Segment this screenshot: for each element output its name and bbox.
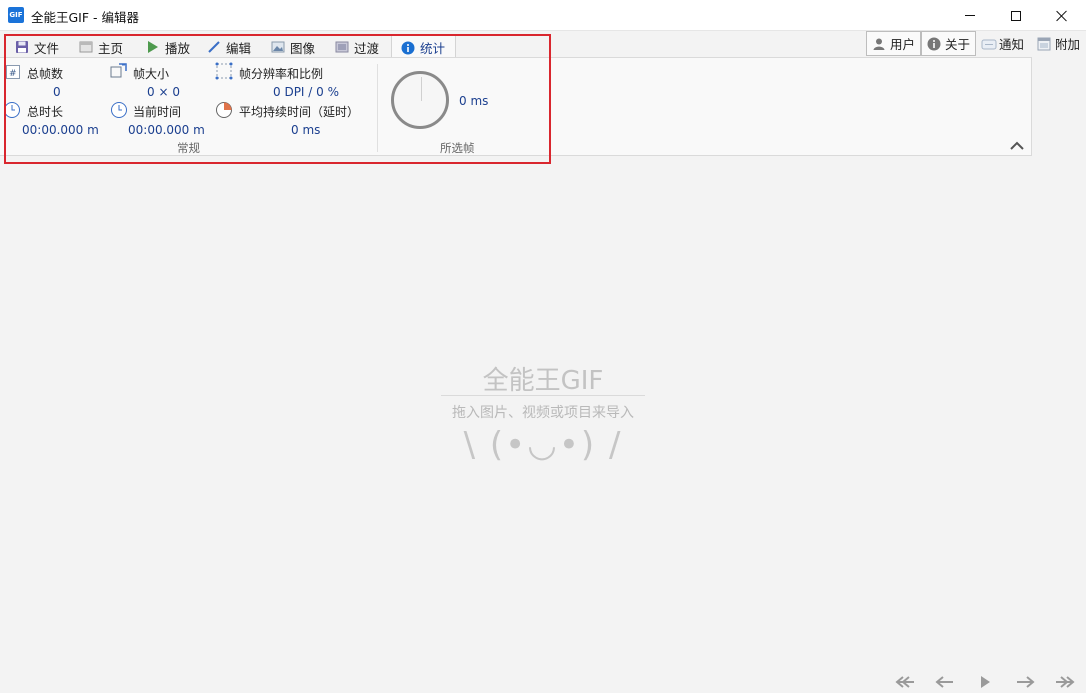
tab-label: 编辑: [226, 40, 252, 56]
tab-transition[interactable]: 过渡: [335, 36, 379, 58]
current-time-label: 当前时间: [133, 105, 182, 119]
notification-label: 通知: [999, 37, 1025, 52]
user-button[interactable]: 用户: [866, 31, 922, 56]
play-icon: [146, 40, 160, 54]
title-bar: GIF 全能王GIF - 编辑器: [0, 0, 1086, 31]
total-frames-label: 总帧数: [27, 67, 64, 81]
about-label: 关于: [945, 37, 971, 52]
svg-text:#: #: [9, 69, 17, 79]
ribbon-panel: # 总帧数 0 帧大小 0 × 0 帧分辨率和比例 0 DPI / 0 % 总时…: [0, 57, 1032, 156]
frame-size-value: 0 × 0: [147, 85, 180, 99]
tab-label: 过渡: [354, 40, 380, 56]
maximize-icon: [1011, 10, 1021, 21]
message-icon: [981, 37, 997, 51]
tab-label: 文件: [34, 40, 60, 56]
home-icon: [79, 40, 93, 54]
tab-home[interactable]: 主页: [79, 36, 123, 58]
selected-frame-value: 0 ms: [459, 94, 489, 108]
tab-label: 主页: [98, 40, 124, 56]
placeholder-subtitle: 拖入图片、视频或项目来导入: [452, 405, 634, 421]
arrow-left-icon: [935, 676, 953, 688]
tab-edit[interactable]: 编辑: [207, 36, 251, 58]
frame-size-icon: [110, 62, 128, 83]
total-duration-value: 00:00.000 m: [22, 123, 99, 137]
maximize-button[interactable]: [993, 0, 1039, 31]
tab-statistics[interactable]: 统计: [391, 35, 457, 59]
user-icon: [872, 37, 886, 51]
tab-label: 播放: [165, 40, 191, 56]
chevron-up-icon: [1010, 141, 1024, 150]
resolution-icon: [215, 62, 233, 83]
tab-label: 图像: [290, 40, 316, 56]
minimize-icon: [965, 15, 975, 16]
avg-duration-value: 0 ms: [291, 123, 321, 137]
clock-icon: [110, 101, 128, 122]
save-icon: [15, 40, 29, 54]
app-icon: GIF: [8, 7, 24, 23]
play-button[interactable]: [968, 671, 1002, 693]
total-frames-value: 0: [53, 85, 61, 99]
placeholder-divider: [441, 395, 645, 396]
next-frame-button[interactable]: [1008, 671, 1042, 693]
info-icon: [401, 41, 415, 55]
close-button[interactable]: [1039, 0, 1085, 31]
double-arrow-left-icon: [895, 676, 914, 688]
placeholder-title: 全能王GIF: [482, 366, 604, 396]
selected-frame-gauge: [391, 71, 449, 129]
double-arrow-right-icon: [1056, 676, 1075, 688]
frame-size-label: 帧大小: [133, 67, 170, 81]
tab-file[interactable]: 文件: [15, 36, 59, 58]
collapse-ribbon-button[interactable]: [1009, 140, 1024, 150]
close-icon: [1056, 10, 1068, 22]
pie-clock-icon: [215, 101, 233, 122]
placeholder-face: \ (•◡•) /: [463, 425, 623, 465]
info-icon: [927, 37, 941, 51]
extras-button[interactable]: 附加: [1032, 31, 1085, 56]
notification-button[interactable]: 通知: [976, 31, 1029, 56]
resolution-label: 帧分辨率和比例: [239, 67, 324, 81]
extras-label: 附加: [1055, 37, 1081, 52]
image-icon: [271, 40, 285, 54]
previous-frame-button[interactable]: [928, 671, 962, 693]
window-icon: [1037, 37, 1051, 51]
tab-label: 统计: [420, 41, 446, 56]
tab-image[interactable]: 图像: [271, 36, 315, 58]
transition-icon: [335, 40, 349, 54]
first-frame-button[interactable]: [888, 671, 922, 693]
play-icon: [981, 676, 990, 688]
current-time-value: 00:00.000 m: [128, 123, 205, 137]
group-label-selected: 所选帧: [440, 141, 475, 155]
avg-duration-label: 平均持续时间（延时）: [239, 105, 360, 119]
pencil-icon: [207, 40, 221, 54]
frame-count-icon: #: [6, 65, 20, 82]
minimize-button[interactable]: [947, 0, 993, 31]
resolution-value: 0 DPI / 0 %: [273, 85, 339, 99]
tab-play[interactable]: 播放: [146, 36, 190, 58]
clock-icon: [3, 101, 21, 122]
user-label: 用户: [890, 37, 916, 52]
total-duration-label: 总时长: [27, 105, 64, 119]
group-label-general: 常规: [177, 141, 200, 155]
arrow-right-icon: [1017, 676, 1035, 688]
group-separator: [377, 64, 378, 152]
about-button[interactable]: 关于: [921, 31, 977, 56]
last-frame-button[interactable]: [1048, 671, 1082, 693]
window-title: 全能王GIF - 编辑器: [31, 10, 140, 25]
